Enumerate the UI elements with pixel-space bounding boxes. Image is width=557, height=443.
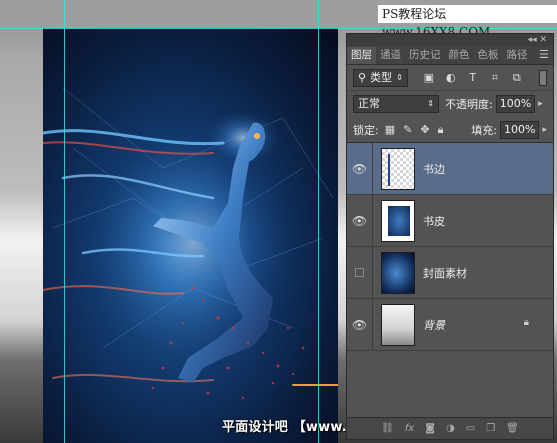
lock-transparency-icon[interactable]: ▦	[385, 123, 395, 137]
lock-row: 锁定: ▦ ✎ ✥ 🔒︎ 填充: 100% ▸	[347, 117, 553, 143]
blend-row: 正常 ⇕ 不透明度: 100% ▸	[347, 91, 553, 117]
layer-thumbnail	[381, 251, 415, 294]
tab-paths[interactable]: 路径	[503, 47, 532, 64]
guide-vertical-right[interactable]	[318, 0, 319, 443]
tab-channels[interactable]: 通道	[376, 47, 405, 64]
lock-position-move-icon[interactable]: ✥	[420, 123, 429, 137]
link-layers-icon[interactable]: ⛓	[381, 423, 394, 434]
visibility-toggle-off[interactable]	[347, 246, 373, 299]
tab-swatches[interactable]: 色板	[474, 47, 503, 64]
lock-all-padlock-icon[interactable]: 🔒︎	[438, 123, 444, 137]
panel-tabs: 图层 通道 历史记 颜色 色板 路径 ☰	[347, 46, 553, 65]
chevron-down-icon: ⇕	[427, 99, 434, 108]
chevron-down-icon: ⇕	[396, 72, 403, 82]
layer-name[interactable]: 书皮	[423, 213, 445, 229]
blend-mode-select[interactable]: 正常 ⇕	[353, 95, 439, 113]
lock-icons: ▦ ✎ ✥ 🔒︎	[385, 123, 444, 137]
padlock-icon: 🔒︎	[523, 317, 529, 328]
opacity-label: 不透明度:	[445, 98, 493, 111]
poster-artwork	[43, 87, 338, 400]
new-layer-icon[interactable]: ❐	[486, 423, 495, 434]
document-canvas[interactable]	[43, 28, 338, 443]
visibility-eye-icon[interactable]: 👁︎	[347, 194, 373, 247]
visibility-eye-icon[interactable]: 👁︎	[347, 142, 373, 195]
layer-row-background[interactable]: 👁︎ 背景 🔒︎	[347, 298, 553, 351]
opacity-input[interactable]: 100%	[495, 95, 536, 113]
fill-input[interactable]: 100%	[500, 120, 540, 139]
blend-mode-label: 正常	[358, 97, 380, 110]
visibility-eye-icon[interactable]: 👁︎	[347, 298, 373, 351]
panel-menu-icon[interactable]: ☰	[539, 48, 549, 61]
filter-kind-select[interactable]: ⚲ 类型 ⇕	[353, 68, 408, 87]
layer-row-book-cover[interactable]: 👁︎ 书皮	[347, 194, 553, 247]
fill-label: 填充:	[471, 123, 498, 137]
fill-slider-arrow-icon[interactable]: ▸	[542, 125, 547, 135]
lock-pixels-brush-icon[interactable]: ✎	[403, 123, 412, 137]
tab-history[interactable]: 历史记	[405, 47, 445, 64]
layer-filter-row: ⚲ 类型 ⇕ ▣ ◐ T ⌗ ⧉	[347, 65, 553, 91]
layer-row-cover-material[interactable]: 封面素材	[347, 246, 553, 299]
filter-type-icon[interactable]: T	[466, 71, 480, 85]
filter-shape-icon[interactable]: ⌗	[488, 71, 502, 85]
layer-name[interactable]: 背景	[423, 317, 445, 333]
layers-panel: ◂◂ ✕ 图层 通道 历史记 颜色 色板 路径 ☰ ⚲ 类型 ⇕ ▣ ◐ T ⌗…	[346, 33, 554, 440]
layer-name[interactable]: 书边	[423, 161, 445, 177]
guide-vertical-left[interactable]	[64, 0, 65, 443]
watermark-top: PS教程论坛 www.16XX8.COM	[378, 5, 557, 39]
opacity-slider-arrow-icon[interactable]: ▸	[538, 99, 543, 109]
layer-name[interactable]: 封面素材	[423, 265, 467, 281]
layer-thumbnail	[381, 303, 415, 346]
add-mask-icon[interactable]: ◙	[425, 423, 435, 434]
filter-smart-object-icon[interactable]: ⧉	[510, 71, 524, 85]
trash-icon[interactable]: 🗑︎	[506, 423, 519, 434]
layer-style-fx-icon[interactable]: fx	[405, 423, 414, 434]
filter-adjustment-icon[interactable]: ◐	[444, 71, 458, 85]
lock-label: 锁定:	[353, 123, 379, 137]
adjustment-layer-icon[interactable]: ◑	[446, 423, 455, 434]
tab-layers[interactable]: 图层	[347, 47, 376, 64]
panel-footer: ⛓ fx ◙ ◑ ▭ ❐ 🗑︎	[347, 417, 553, 439]
filter-kind-label: 类型	[370, 70, 393, 84]
search-icon: ⚲	[358, 70, 367, 84]
layer-row-book-edge[interactable]: 👁︎ 书边	[347, 142, 553, 195]
panel-header-strip: ◂◂ ✕	[347, 34, 553, 46]
filter-icons: ▣ ◐ T ⌗ ⧉	[422, 71, 524, 85]
filter-pixel-icon[interactable]: ▣	[422, 71, 436, 85]
filter-toggle[interactable]	[539, 69, 547, 86]
collapse-panel-icon[interactable]: ◂◂ ✕	[528, 34, 547, 46]
tab-color[interactable]: 颜色	[445, 47, 474, 64]
layer-list: 👁︎ 书边 👁︎ 书皮 封面素材 👁︎ 背景 🔒︎	[347, 142, 553, 351]
layer-thumbnail	[381, 147, 415, 190]
new-group-folder-icon[interactable]: ▭	[466, 423, 475, 434]
layer-thumbnail	[381, 199, 415, 242]
